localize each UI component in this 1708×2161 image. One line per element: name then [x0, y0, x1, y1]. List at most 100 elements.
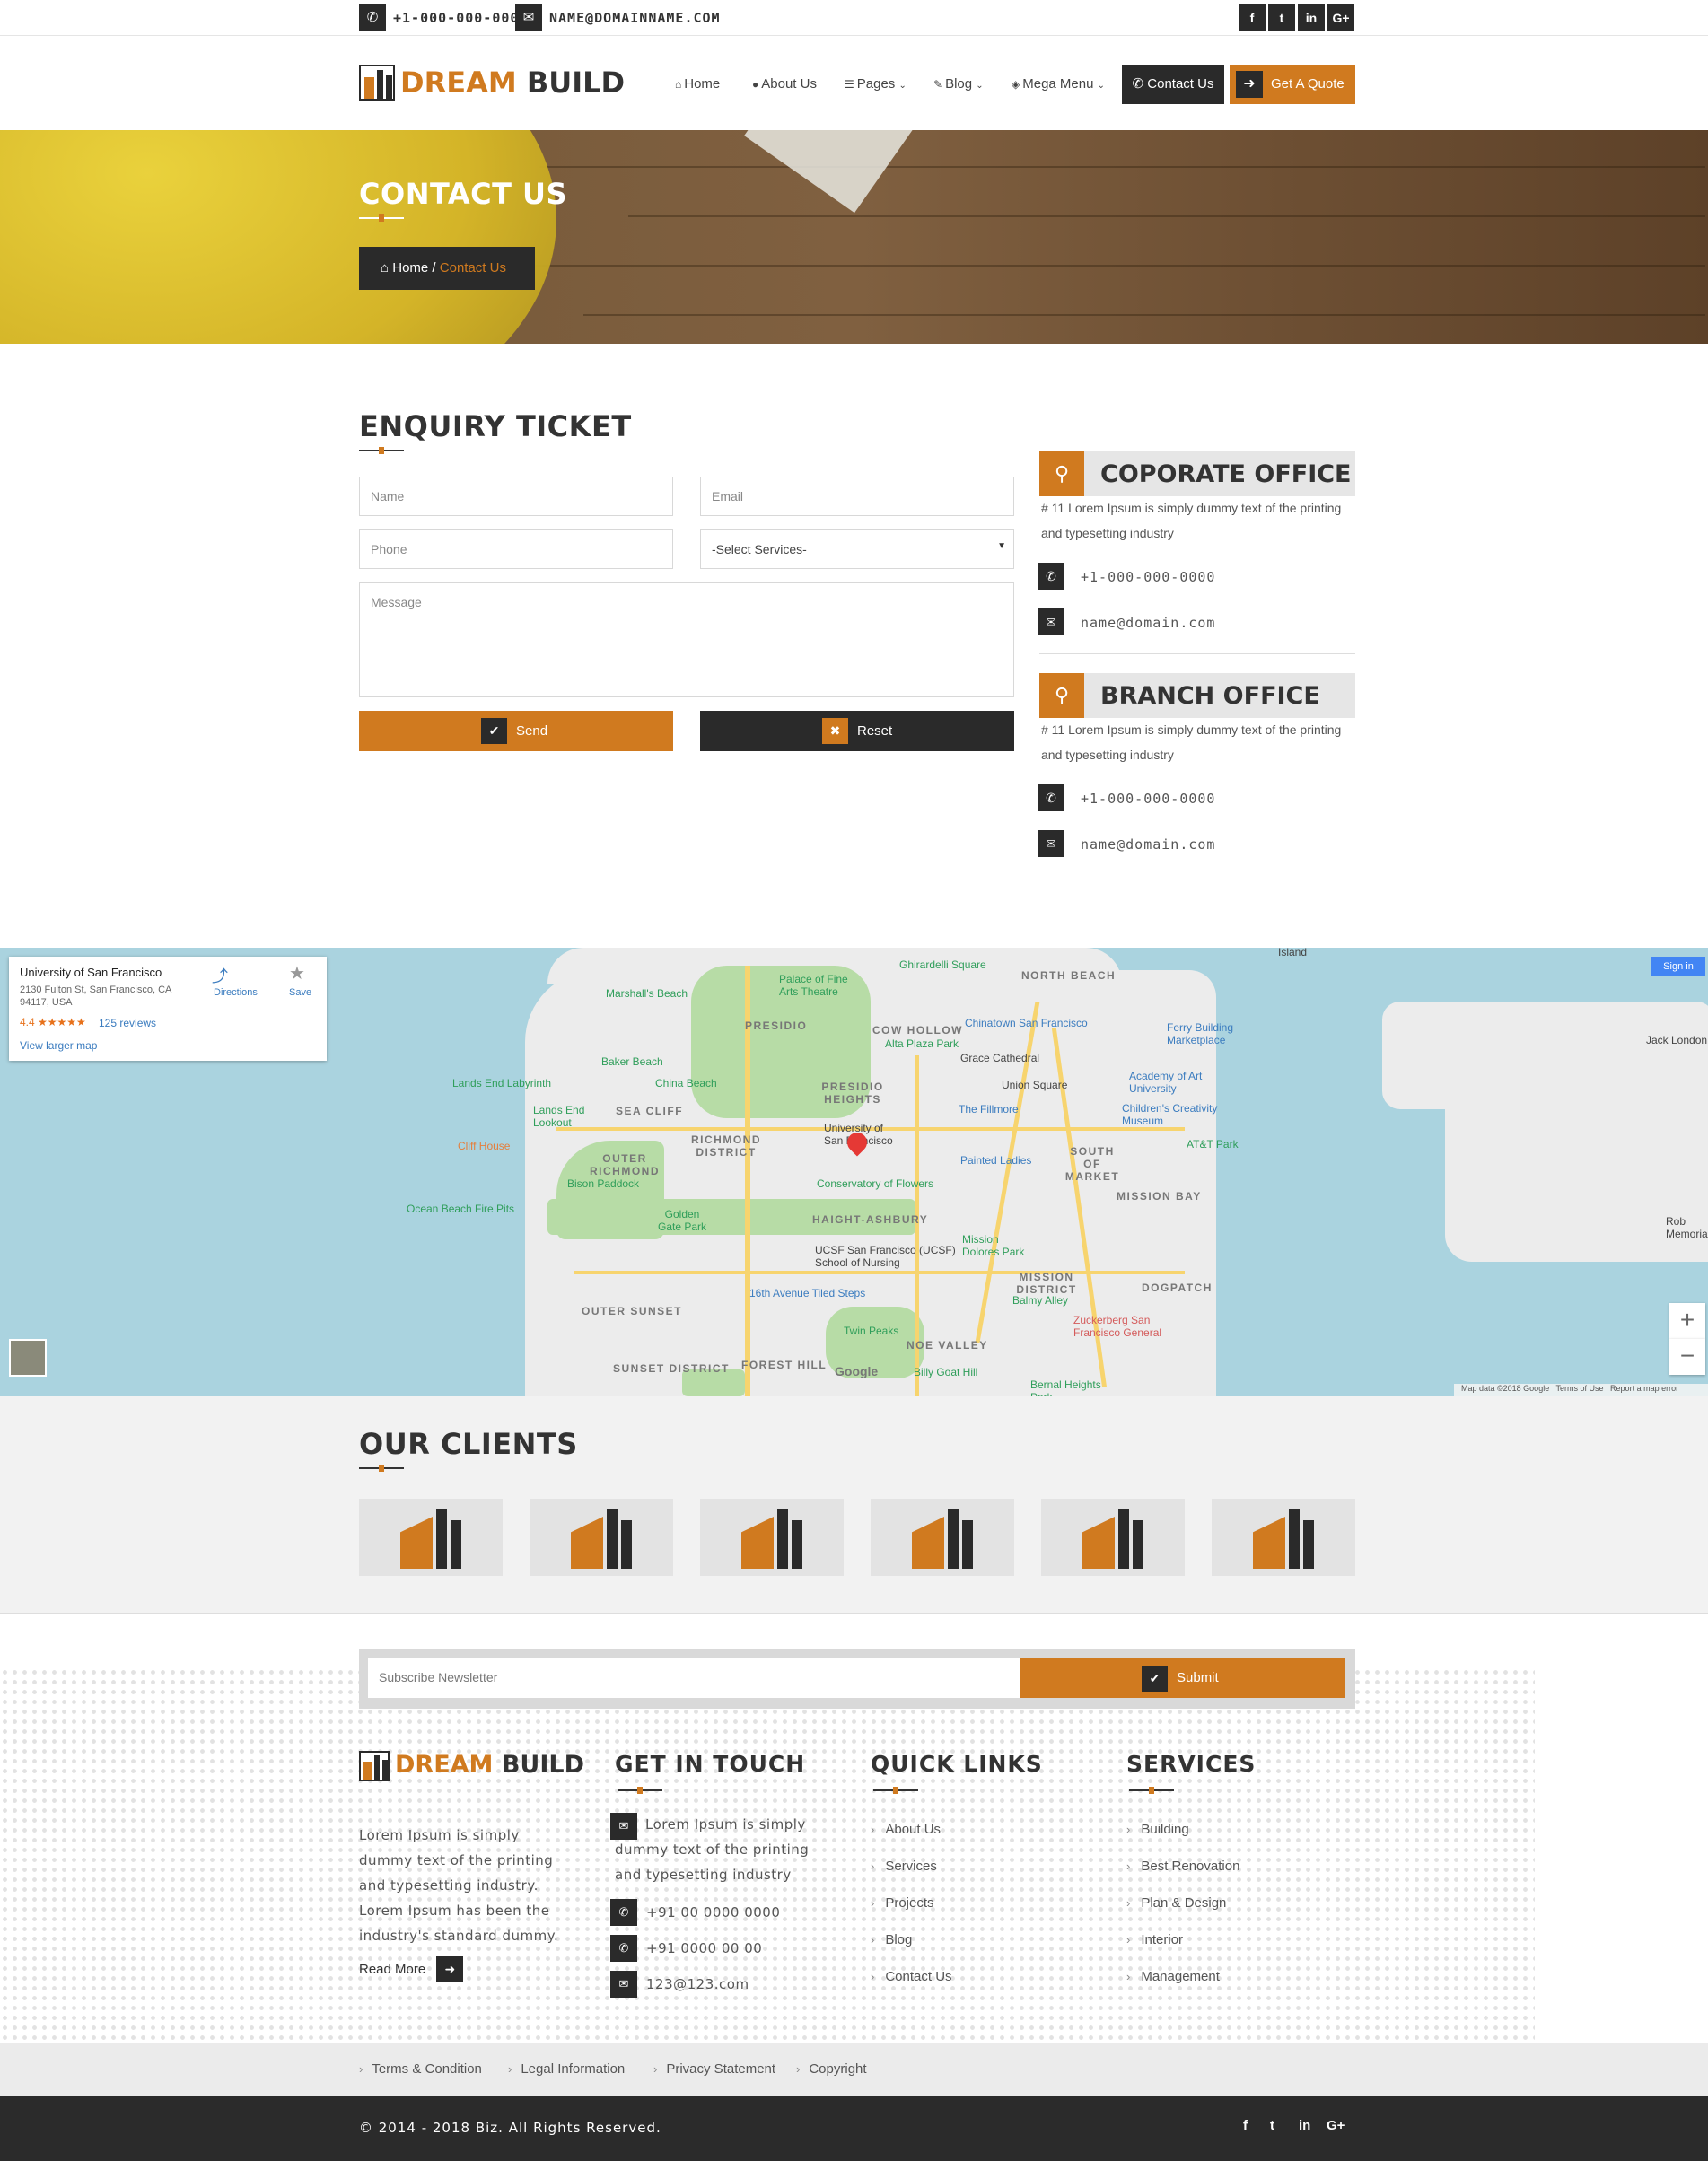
nav-blog[interactable]: ✎ Blog ⌄: [933, 76, 984, 92]
client-logo[interactable]: [530, 1499, 673, 1576]
service-link-item[interactable]: › Plan & Design: [1126, 1895, 1226, 1911]
footer-email[interactable]: 123@123.com: [646, 1972, 749, 1997]
view-larger-map-link[interactable]: View larger map: [20, 1039, 97, 1052]
list-icon: ☰: [845, 78, 854, 91]
send-button[interactable]: ✔ Send: [359, 711, 673, 751]
quick-link-item[interactable]: › Blog: [871, 1932, 912, 1947]
branch-office-phone[interactable]: +1-000-000-0000: [1081, 791, 1215, 807]
message-field[interactable]: Message: [359, 582, 1014, 697]
nav-mega-menu[interactable]: ◈ Mega Menu ⌄: [1012, 76, 1105, 92]
service-link-item[interactable]: › Management: [1126, 1969, 1220, 1984]
phone-field[interactable]: Phone: [359, 529, 673, 569]
twitter-icon[interactable]: t: [1270, 2118, 1274, 2133]
map-label: OUTER RICHMOND: [590, 1152, 660, 1177]
get-a-quote-button[interactable]: ➜ Get A Quote: [1230, 65, 1355, 104]
service-link-item[interactable]: › Building: [1126, 1822, 1189, 1837]
reset-button[interactable]: ✖ Reset: [700, 711, 1014, 751]
satellite-toggle[interactable]: [9, 1339, 47, 1377]
linkedin-icon[interactable]: in: [1298, 4, 1325, 31]
service-select[interactable]: -Select Services- ▼: [700, 529, 1014, 569]
google-plus-icon[interactable]: G+: [1327, 4, 1354, 31]
zoom-in-button[interactable]: +: [1669, 1303, 1705, 1339]
client-logo[interactable]: [1041, 1499, 1185, 1576]
linkedin-icon[interactable]: in: [1299, 2118, 1310, 2133]
chevron-down-icon: ⌄: [1097, 81, 1106, 91]
directions-icon[interactable]: ⤴: [212, 964, 228, 987]
get-a-quote-label: Get A Quote: [1271, 76, 1345, 92]
newsletter-input[interactable]: Subscribe Newsletter: [368, 1658, 1020, 1698]
corporate-office-phone[interactable]: +1-000-000-0000: [1081, 569, 1215, 585]
map-label: OUTER SUNSET: [582, 1305, 683, 1317]
breadcrumb-home[interactable]: Home: [392, 260, 428, 276]
client-logo[interactable]: [700, 1499, 844, 1576]
chevron-right-icon: ›: [871, 1933, 875, 1947]
service-link-label: Interior: [1141, 1932, 1184, 1947]
quick-link-item[interactable]: › Services: [871, 1859, 937, 1874]
top-phone[interactable]: +1-000-000-0000: [393, 10, 528, 26]
client-logo[interactable]: [359, 1499, 503, 1576]
privacy-label: Privacy Statement: [666, 2061, 776, 2077]
copyright-link[interactable]: › Copyright: [796, 2061, 867, 2077]
google-map[interactable]: PRESIDIO COW HOLLOW NORTH BEACH SEA CLIF…: [0, 948, 1708, 1396]
legal-info-link[interactable]: › Legal Information: [508, 2061, 625, 2077]
directions-link[interactable]: Directions: [214, 987, 258, 998]
top-email[interactable]: NAME@DOMAINNAME.COM: [549, 10, 721, 26]
contact-us-button[interactable]: ✆ Contact Us: [1122, 65, 1224, 104]
map-label: Grace Cathedral: [960, 1052, 1040, 1064]
zoom-out-button[interactable]: −: [1669, 1339, 1705, 1375]
map-label: SUNSET DISTRICT: [613, 1362, 730, 1375]
corporate-office-email[interactable]: name@domain.com: [1081, 615, 1215, 631]
service-link-item[interactable]: › Interior: [1126, 1932, 1183, 1947]
map-label: Cliff House: [458, 1140, 511, 1152]
facebook-icon[interactable]: f: [1243, 2118, 1248, 2133]
map-place-card: University of San Francisco 2130 Fulton …: [9, 957, 327, 1061]
logo-icon[interactable]: [359, 65, 395, 101]
google-plus-icon[interactable]: G+: [1327, 2118, 1345, 2133]
nav-about[interactable]: ● About Us: [752, 76, 817, 92]
chevron-right-icon: ›: [871, 1823, 875, 1836]
save-link[interactable]: Save: [289, 987, 311, 998]
star-icon[interactable]: ★: [289, 962, 305, 984]
client-logo[interactable]: [1212, 1499, 1355, 1576]
quick-link-item[interactable]: › About Us: [871, 1822, 941, 1837]
branch-office-email[interactable]: name@domain.com: [1081, 836, 1215, 853]
map-label: Balmy Alley: [1012, 1294, 1069, 1307]
footer-logo-icon[interactable]: [359, 1751, 390, 1781]
service-link-item[interactable]: › Best Renovation: [1126, 1859, 1239, 1874]
submit-button[interactable]: ✔ Submit: [1020, 1658, 1345, 1698]
email-field[interactable]: Email: [700, 477, 1014, 516]
footer-phone-1[interactable]: +91 00 0000 0000: [646, 1900, 780, 1925]
brand-logo[interactable]: DREAM BUILD: [400, 66, 625, 100]
nav-pages[interactable]: ☰ Pages ⌄: [845, 76, 907, 92]
map-pin-icon: ⚲: [1039, 451, 1084, 496]
privacy-link[interactable]: › Privacy Statement: [653, 2061, 775, 2077]
brand-part2: BUILD: [501, 1751, 584, 1779]
map-label: Ferry Building Marketplace: [1167, 1021, 1234, 1046]
footer-about-text: Lorem Ipsum is simply dummy text of the …: [359, 1827, 559, 1944]
map-label: The Fillmore: [959, 1103, 1019, 1115]
footer-divider: [1129, 1787, 1174, 1794]
chevron-right-icon: ›: [871, 1896, 875, 1910]
quick-link-label: Blog: [885, 1932, 913, 1947]
footer-phone-2[interactable]: +91 0000 00 00: [646, 1936, 762, 1961]
quick-link-label: Services: [885, 1859, 937, 1874]
read-more-link[interactable]: Read More ➜: [359, 1956, 464, 1982]
map-sign-in-button[interactable]: Sign in: [1651, 957, 1705, 976]
nav-home[interactable]: ⌂ Home: [675, 76, 720, 92]
name-field[interactable]: Name: [359, 477, 673, 516]
map-label: Palace of Fine Arts Theatre: [779, 973, 848, 998]
branch-office-heading: ⚲ BRANCH OFFICE: [1039, 673, 1355, 718]
quick-link-item[interactable]: › Contact Us: [871, 1969, 952, 1984]
terms-link[interactable]: › Terms & Condition: [359, 2061, 482, 2077]
client-logo[interactable]: [871, 1499, 1014, 1576]
submit-label: Submit: [1177, 1670, 1219, 1685]
facebook-icon[interactable]: f: [1239, 4, 1266, 31]
place-reviews[interactable]: 125 reviews: [99, 1017, 156, 1029]
map-label: Conservatory of Flowers: [817, 1177, 934, 1190]
branch-office-title: BRANCH OFFICE: [1100, 682, 1320, 710]
quick-link-item[interactable]: › Projects: [871, 1895, 934, 1911]
twitter-icon[interactable]: t: [1268, 4, 1295, 31]
map-label: FOREST HILL: [741, 1359, 828, 1371]
footer-brand-logo[interactable]: DREAM BUILD: [395, 1751, 584, 1779]
divider: [1039, 653, 1355, 654]
